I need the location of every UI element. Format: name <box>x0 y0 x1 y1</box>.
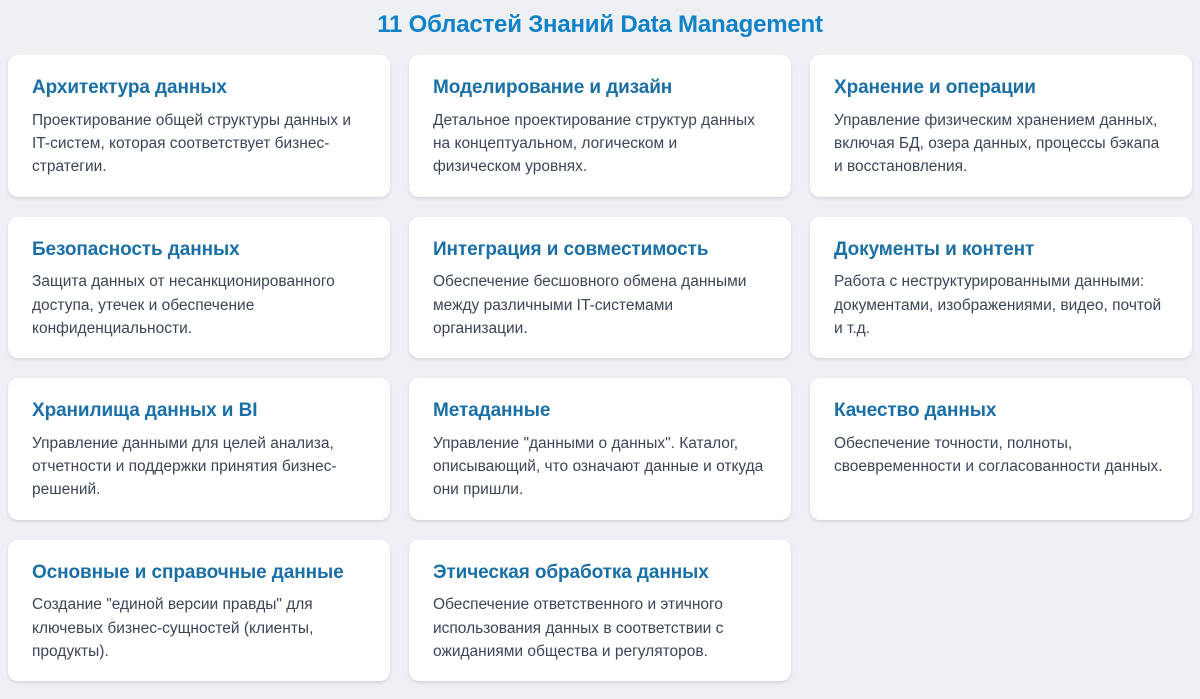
knowledge-area-card-data-security: Безопасность данных Защита данных от нес… <box>8 217 390 359</box>
card-description: Создание "единой версии правды" для ключ… <box>32 593 366 663</box>
card-title: Интеграция и совместимость <box>433 238 767 262</box>
card-description: Обеспечение ответственного и этичного ис… <box>433 593 767 663</box>
card-description: Проектирование общей структуры данных и … <box>32 109 366 179</box>
card-title: Моделирование и дизайн <box>433 76 767 100</box>
card-description: Обеспечение бесшовного обмена данными ме… <box>433 270 767 340</box>
card-description: Управление "данными о данных". Каталог, … <box>433 432 767 502</box>
knowledge-area-card-documents-content: Документы и контент Работа с неструктури… <box>810 217 1192 359</box>
card-title: Документы и контент <box>834 238 1168 262</box>
card-description: Защита данных от несанкционированного до… <box>32 270 366 340</box>
knowledge-area-card-integration-interoperability: Интеграция и совместимость Обеспечение б… <box>409 217 791 359</box>
card-title: Хранение и операции <box>834 76 1168 100</box>
card-title: Качество данных <box>834 399 1168 423</box>
knowledge-area-card-metadata: Метаданные Управление "данными о данных"… <box>409 378 791 520</box>
card-title: Этическая обработка данных <box>433 561 767 585</box>
card-title: Безопасность данных <box>32 238 366 262</box>
card-description: Управление данными для целей анализа, от… <box>32 432 366 502</box>
page-title: 11 Областей Знаний Data Management <box>0 0 1200 55</box>
knowledge-areas-grid: Архитектура данных Проектирование общей … <box>0 55 1200 699</box>
knowledge-area-card-data-architecture: Архитектура данных Проектирование общей … <box>8 55 390 197</box>
card-description: Управление физическим хранением данных, … <box>834 109 1168 179</box>
card-title: Метаданные <box>433 399 767 423</box>
knowledge-area-card-data-quality: Качество данных Обеспечение точности, по… <box>810 378 1192 520</box>
knowledge-area-card-storage-operations: Хранение и операции Управление физически… <box>810 55 1192 197</box>
card-title: Хранилища данных и BI <box>32 399 366 423</box>
knowledge-area-card-data-ethics: Этическая обработка данных Обеспечение о… <box>409 540 791 682</box>
card-title: Архитектура данных <box>32 76 366 100</box>
card-title: Основные и справочные данные <box>32 561 366 585</box>
card-description: Детальное проектирование структур данных… <box>433 109 767 179</box>
knowledge-area-card-warehousing-bi: Хранилища данных и BI Управление данными… <box>8 378 390 520</box>
knowledge-area-card-master-reference-data: Основные и справочные данные Создание "е… <box>8 540 390 682</box>
knowledge-area-card-modeling-design: Моделирование и дизайн Детальное проекти… <box>409 55 791 197</box>
card-description: Работа с неструктурированными данными: д… <box>834 270 1168 340</box>
card-description: Обеспечение точности, полноты, своевреме… <box>834 432 1168 479</box>
